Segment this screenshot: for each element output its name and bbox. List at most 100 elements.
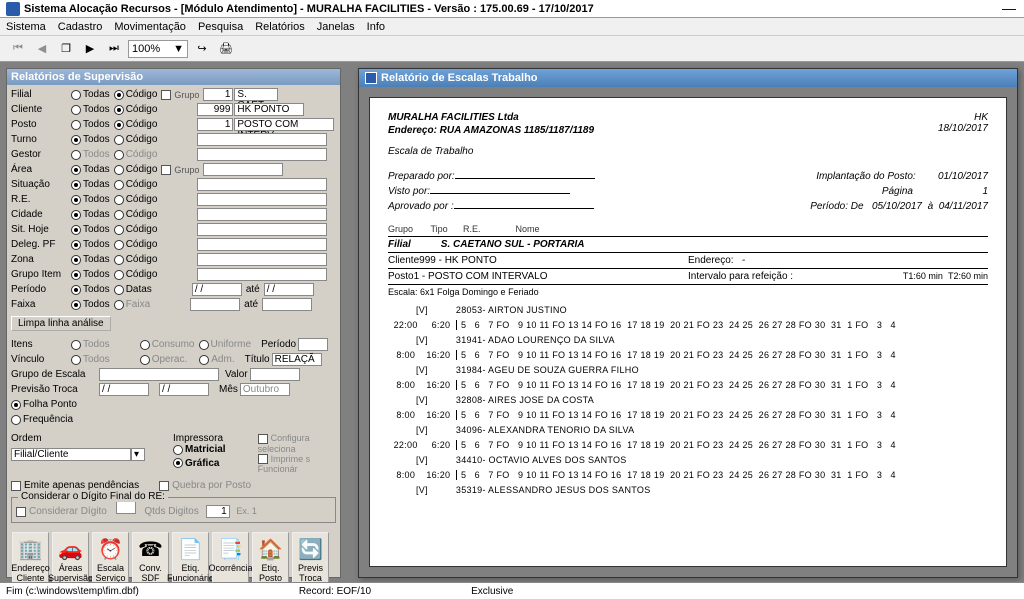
radio-cliente-codigo[interactable]: Código xyxy=(114,104,158,115)
delegpf-input[interactable] xyxy=(197,238,327,251)
radio-cidade-todas[interactable]: Todas xyxy=(71,209,110,220)
chk-emite[interactable] xyxy=(11,481,21,491)
radio-matricial[interactable]: Matricial xyxy=(173,444,226,455)
icon-endereco-cliente[interactable]: 🏢EndereçoCliente xyxy=(12,532,49,588)
radio-filial-todas[interactable]: Todas xyxy=(71,89,110,100)
chk-quebra[interactable] xyxy=(159,481,169,491)
radio-periodo-todos[interactable]: Todos xyxy=(71,284,110,295)
previsao-ate-input[interactable]: / / xyxy=(159,383,209,396)
radio-gestor-codigo[interactable]: Código xyxy=(114,149,158,160)
icon-areas-supervisao[interactable]: 🚗ÁreasSupervisão xyxy=(52,532,89,588)
zoom-select[interactable]: 100%▼ xyxy=(128,40,188,58)
radio-zona-todas[interactable]: Todas xyxy=(71,254,110,265)
icon-etiq-posto[interactable]: 🏠Etiq.Posto xyxy=(252,532,289,588)
qtds-input[interactable]: 1 xyxy=(206,505,230,518)
radio-faixa-faixa[interactable]: Faixa xyxy=(114,299,150,310)
print-button[interactable]: 🖨 xyxy=(216,39,236,59)
menu-pesquisa[interactable]: Pesquisa xyxy=(198,21,243,33)
radio-vinculo-operac[interactable]: Operac. xyxy=(140,354,188,365)
valor-input[interactable] xyxy=(250,368,300,381)
icon-conv-sdf[interactable]: ☎Conv.SDF xyxy=(132,532,169,588)
zona-input[interactable] xyxy=(197,253,327,266)
ordem-filialcliente-input[interactable]: Filial/Cliente xyxy=(11,448,131,461)
report-window-titlebar[interactable]: Relatório de Escalas Trabalho xyxy=(359,69,1017,87)
radio-itens-consumo[interactable]: Consumo xyxy=(140,339,195,350)
titulo-input[interactable]: RELAÇÃ xyxy=(272,353,322,366)
posto-nome-input[interactable]: POSTO COM INTERV xyxy=(234,118,334,131)
radio-area-codigo[interactable]: Código xyxy=(114,164,158,175)
grupoitem-input[interactable] xyxy=(197,268,327,281)
minimize-button[interactable]: — xyxy=(1000,2,1018,16)
radio-cidade-codigo[interactable]: Código xyxy=(114,209,158,220)
menu-sistema[interactable]: Sistema xyxy=(6,21,46,33)
radio-situacao-codigo[interactable]: Código xyxy=(114,179,158,190)
situacao-input[interactable] xyxy=(197,178,327,191)
radio-re-todos[interactable]: Todos xyxy=(71,194,110,205)
radio-grupoitem-codigo[interactable]: Código xyxy=(114,269,158,280)
radio-periodo-datas[interactable]: Datas xyxy=(114,284,152,295)
chk-area-grupo[interactable] xyxy=(161,165,171,175)
mes-input[interactable]: Outubro xyxy=(240,383,290,396)
goto-page-button[interactable]: ❐ xyxy=(56,39,76,59)
limpa-linha-button[interactable]: Limpa linha análise xyxy=(11,316,111,331)
cliente-codigo-input[interactable]: 999 xyxy=(197,103,233,116)
radio-folhaponto[interactable]: Folha Ponto xyxy=(11,399,77,410)
menu-janelas[interactable]: Janelas xyxy=(317,21,355,33)
ordem-dropdown-icon[interactable]: ▾ xyxy=(131,448,145,461)
radio-posto-todos[interactable]: Todos xyxy=(71,119,110,130)
icon-ocorrencia[interactable]: 📑Ocorrência xyxy=(212,532,249,588)
radio-vinculo-todos[interactable]: Todos xyxy=(71,354,110,365)
filial-codigo-input[interactable]: 1 xyxy=(203,88,233,101)
chk-considerar-digito[interactable] xyxy=(16,507,26,517)
turno-input[interactable] xyxy=(197,133,327,146)
radio-cliente-todos[interactable]: Todos xyxy=(71,104,110,115)
faixa-ate-input[interactable] xyxy=(262,298,312,311)
chk-imprimes[interactable] xyxy=(258,454,268,464)
radio-itens-uniforme[interactable]: Uniforme xyxy=(199,339,252,350)
periodo-ate-input[interactable]: / / xyxy=(264,283,314,296)
radio-frequencia[interactable]: Frequência xyxy=(11,414,73,425)
exit-button[interactable]: ↪ xyxy=(192,39,212,59)
posto-codigo-input[interactable]: 1 xyxy=(197,118,233,131)
radio-zona-codigo[interactable]: Código xyxy=(114,254,158,265)
radio-area-todas[interactable]: Todas xyxy=(71,164,110,175)
radio-turno-todos[interactable]: Todos xyxy=(71,134,110,145)
filial-nome-input[interactable]: S. CAET xyxy=(234,88,278,101)
chk-filial-grupo[interactable] xyxy=(161,90,171,100)
radio-gestor-todos[interactable]: Todos xyxy=(71,149,110,160)
first-page-button[interactable]: ⏮ xyxy=(8,39,28,59)
radio-delegpf-todos[interactable]: Todos xyxy=(71,239,110,250)
radio-grafica[interactable]: Gráfica xyxy=(173,458,219,469)
sithoje-input[interactable] xyxy=(197,223,327,236)
radio-delegpf-codigo[interactable]: Código xyxy=(114,239,158,250)
radio-sithoje-codigo[interactable]: Código xyxy=(114,224,158,235)
gestor-input[interactable] xyxy=(197,148,327,161)
last-page-button[interactable]: ⏭ xyxy=(104,39,124,59)
re-input[interactable] xyxy=(197,193,327,206)
cidade-input[interactable] xyxy=(197,208,327,221)
radio-turno-codigo[interactable]: Código xyxy=(114,134,158,145)
radio-itens-todos[interactable]: Todos xyxy=(71,339,110,350)
menu-relatorios[interactable]: Relatórios xyxy=(255,21,305,33)
radio-re-codigo[interactable]: Código xyxy=(114,194,158,205)
periodo2-input[interactable] xyxy=(298,338,328,351)
radio-situacao-todas[interactable]: Todas xyxy=(71,179,110,190)
menu-info[interactable]: Info xyxy=(367,21,385,33)
radio-posto-codigo[interactable]: Código xyxy=(114,119,158,130)
periodo-de-input[interactable]: / / xyxy=(192,283,242,296)
area-input[interactable] xyxy=(203,163,283,176)
radio-filial-codigo[interactable]: Código xyxy=(114,89,158,100)
radio-sithoje-todos[interactable]: Todos xyxy=(71,224,110,235)
previsao-de-input[interactable]: / / xyxy=(99,383,149,396)
next-page-button[interactable]: ▶ xyxy=(80,39,100,59)
grupoescala-input[interactable] xyxy=(99,368,219,381)
icon-previs-troca[interactable]: 🔄PrevisTroca xyxy=(292,532,329,588)
faixa-de-input[interactable] xyxy=(190,298,240,311)
cliente-nome-input[interactable]: HK PONTO xyxy=(234,103,304,116)
menu-cadastro[interactable]: Cadastro xyxy=(58,21,103,33)
considerar-val-input[interactable] xyxy=(116,501,136,514)
prev-page-button[interactable]: ◀ xyxy=(32,39,52,59)
icon-escala-servico[interactable]: ⏰EscalaServiço xyxy=(92,532,129,588)
radio-faixa-todos[interactable]: Todos xyxy=(71,299,110,310)
radio-grupoitem-todos[interactable]: Todos xyxy=(71,269,110,280)
